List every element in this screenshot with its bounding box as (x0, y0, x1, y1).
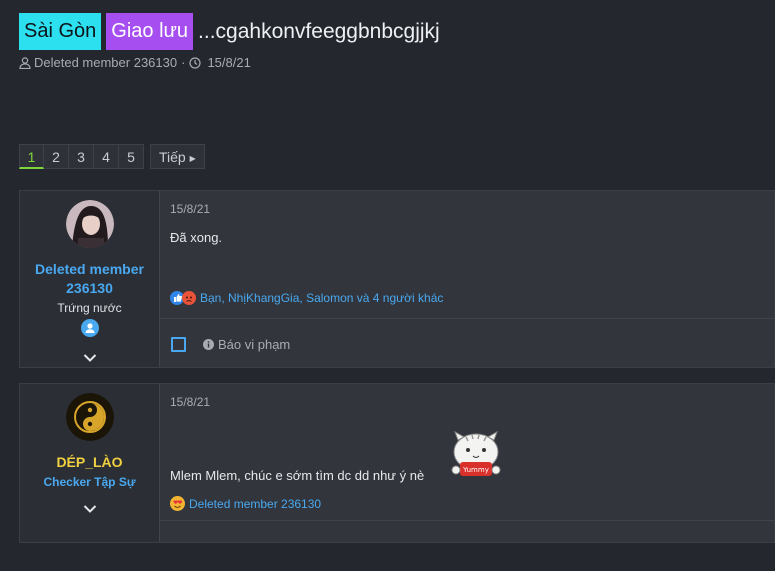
reactions-list[interactable]: Deleted member 236130 (189, 497, 321, 511)
page-4-button[interactable]: 4 (94, 144, 119, 169)
thread-title: ...cgahkonvfeeggbnbcgjjkj (198, 19, 440, 43)
post: DÉP_LÀO Checker Tập Sự 15/8/21 Mlem Mlem… (19, 383, 775, 543)
angry-reaction-icon (182, 291, 196, 305)
post-message: Mlem Mlem, chúc e sớm tìm dc dd như ý nè (170, 468, 425, 483)
info-icon (203, 339, 214, 350)
user-title: Trứng nước (57, 301, 122, 315)
meta-separator: · (181, 55, 186, 70)
post-message: Đã xong. (170, 230, 223, 245)
username-link[interactable]: Deleted member 236130 (20, 260, 159, 298)
cat-sticker-image: Yummy (451, 430, 501, 476)
pagination: 1 2 3 4 5 Tiếp ▶ (19, 144, 205, 169)
clock-icon (189, 56, 202, 69)
report-button[interactable]: Báo vi phạm (203, 337, 290, 352)
chevron-down-icon[interactable] (20, 501, 159, 519)
post-footer: Báo vi phạm (160, 318, 774, 369)
avatar[interactable] (65, 200, 114, 248)
member-badge-icon (80, 319, 99, 337)
thread-date[interactable]: 15/8/21 (207, 55, 250, 70)
reactions-bar[interactable]: Bạn, NhịKhangGia, Salomon và 4 người khá… (170, 291, 443, 305)
post-user-panel: DÉP_LÀO Checker Tập Sự (20, 384, 160, 542)
user-icon (19, 56, 31, 69)
post: Deleted member 236130 Trứng nước 15/8/21… (19, 190, 775, 368)
post-body: 15/8/21 Mlem Mlem, chúc e sớm tìm dc dd … (160, 384, 774, 542)
page-2-button[interactable]: 2 (44, 144, 69, 169)
avatar[interactable] (65, 393, 114, 441)
caret-right-icon: ▶ (189, 153, 196, 163)
username-link[interactable]: DÉP_LÀO (20, 453, 159, 472)
prefix-giaoluu-badge[interactable]: Giao lưu (106, 13, 194, 50)
post-date[interactable]: 15/8/21 (170, 202, 210, 216)
next-page-label: Tiếp (159, 149, 186, 165)
next-page-button[interactable]: Tiếp ▶ (150, 144, 205, 169)
love-reaction-icon (170, 496, 185, 511)
select-checkbox[interactable] (171, 337, 186, 352)
post-footer (160, 520, 774, 571)
sticker-label: Yummy (462, 466, 489, 474)
reactions-bar[interactable]: Deleted member 236130 (170, 496, 321, 511)
thread-starter-link[interactable]: Deleted member 236130 (34, 55, 177, 70)
page-3-button[interactable]: 3 (69, 144, 94, 169)
post-user-panel: Deleted member 236130 Trứng nước (20, 191, 160, 367)
post-date[interactable]: 15/8/21 (170, 395, 210, 409)
thread-meta: Deleted member 236130 · 15/8/21 (19, 55, 251, 70)
report-label: Báo vi phạm (218, 337, 291, 352)
page-5-button[interactable]: 5 (119, 144, 144, 169)
prefix-saigon-badge[interactable]: Sài Gòn (19, 13, 102, 50)
post-body: 15/8/21 Đã xong. Bạn, NhịKhangGia, Salom… (160, 191, 774, 367)
user-title: Checker Tập Sự (43, 475, 136, 489)
page-1-button[interactable]: 1 (19, 144, 44, 169)
thread-header: Sài Gòn Giao lưu ...cgahkonvfeeggbnbcgjj… (19, 13, 440, 50)
reactions-list[interactable]: Bạn, NhịKhangGia, Salomon và 4 người khá… (200, 291, 443, 305)
chevron-down-icon[interactable] (20, 350, 159, 368)
